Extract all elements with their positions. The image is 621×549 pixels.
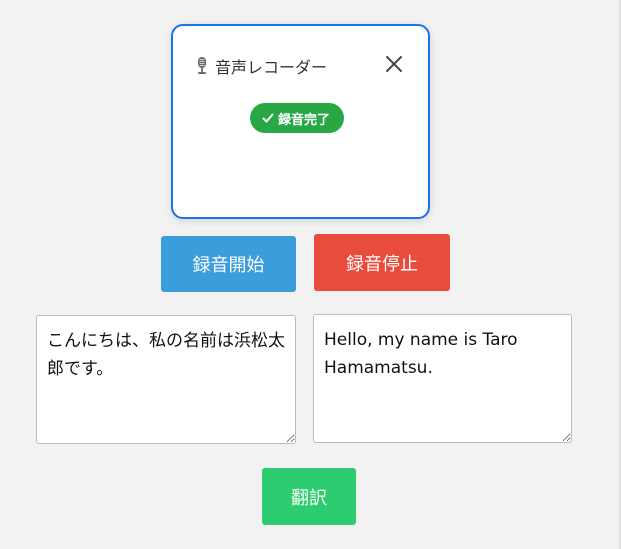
popup-title: 音声レコーダー	[215, 58, 328, 77]
translate-button[interactable]: 翻訳	[262, 468, 356, 525]
stop-recording-button[interactable]: 録音停止	[314, 234, 450, 291]
close-icon	[386, 56, 402, 72]
start-recording-button[interactable]: 録音開始	[161, 236, 296, 292]
status-badge: 録音完了	[250, 103, 345, 133]
close-button[interactable]	[384, 54, 404, 74]
check-icon	[262, 112, 274, 124]
source-text-field[interactable]: こんにちは、私の名前は浜松太郎です。	[36, 315, 296, 444]
translated-text-field[interactable]: Hello, my name is Taro Hamamatsu.	[313, 314, 572, 443]
popup-header: 音声レコーダー	[195, 54, 327, 78]
status-label: 録音完了	[278, 112, 331, 128]
recorder-popup: 音声レコーダー 録音完了	[171, 24, 430, 219]
microphone-icon	[195, 56, 209, 76]
